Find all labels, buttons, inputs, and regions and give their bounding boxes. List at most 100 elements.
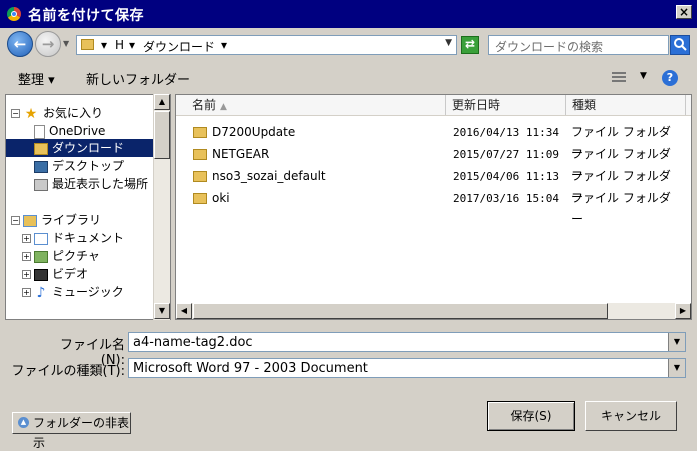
- file-name: D7200Update: [212, 125, 296, 139]
- documents-icon: [34, 232, 48, 245]
- tree-label: ダウンロード: [52, 141, 125, 155]
- address-separator[interactable]: ▾: [129, 38, 135, 52]
- tree-item-video[interactable]: + ビデオ: [22, 265, 88, 283]
- address-bar[interactable]: ▾ H ▾ ダウンロード ▾ ▼: [76, 35, 457, 55]
- tree-label: ミュージック: [52, 285, 124, 299]
- new-folder-button[interactable]: 新しいフォルダー: [86, 69, 190, 88]
- file-date: 2017/03/16 15:04: [453, 192, 559, 205]
- tree-label: ドキュメント: [52, 231, 125, 245]
- search-icon[interactable]: [670, 35, 690, 55]
- file-name: oki: [212, 191, 230, 205]
- file-row[interactable]: nso3_sozai_default 2015/04/06 11:13 ファイル…: [176, 166, 676, 204]
- scroll-left-icon[interactable]: ◀: [176, 303, 192, 319]
- tree-item-desktop[interactable]: デスクトップ: [34, 157, 124, 175]
- address-separator[interactable]: ▾: [101, 38, 107, 52]
- tree-item-onedrive[interactable]: OneDrive: [34, 122, 105, 140]
- column-header-row: 名前 ▲ 更新日時 種類: [176, 95, 691, 116]
- filetype-label: ファイルの種類(T):: [11, 364, 125, 379]
- collapse-toggle-icon[interactable]: −: [11, 109, 20, 118]
- view-options-icon[interactable]: [612, 72, 626, 83]
- file-row[interactable]: oki 2017/03/16 15:04 ファイル フォルダー: [176, 188, 676, 226]
- column-type-label: 種類: [572, 98, 597, 112]
- close-button[interactable]: ×: [676, 5, 692, 19]
- star-icon: ★: [24, 105, 38, 122]
- scrollbar-thumb[interactable]: [193, 303, 608, 319]
- window-title: 名前を付けて保存: [28, 8, 144, 24]
- cancel-button[interactable]: キャンセル: [585, 401, 677, 431]
- desktop-icon: [34, 160, 48, 173]
- address-segment-downloads[interactable]: ダウンロード: [143, 38, 215, 55]
- library-icon: [23, 214, 37, 227]
- filename-field[interactable]: a4-name-tag2.doc ▼: [128, 332, 686, 352]
- folder-icon: [193, 193, 207, 204]
- navigation-scrollbar[interactable]: ▲ ▼: [153, 94, 170, 320]
- column-type[interactable]: 種類: [566, 95, 686, 115]
- pictures-icon: [34, 250, 48, 263]
- organize-button[interactable]: 整理 ▾: [18, 69, 55, 88]
- folder-icon: [193, 127, 207, 138]
- tree-label: ビデオ: [52, 267, 89, 281]
- scroll-right-icon[interactable]: ▶: [675, 303, 691, 319]
- column-name-label: 名前: [192, 98, 217, 112]
- help-icon[interactable]: ?: [662, 70, 678, 86]
- expand-toggle-icon[interactable]: +: [22, 288, 31, 297]
- expand-toggle-icon[interactable]: +: [22, 234, 31, 243]
- expand-toggle-icon[interactable]: +: [22, 270, 31, 279]
- hide-folders-label: フォルダーの非表示: [33, 416, 130, 450]
- refresh-icon[interactable]: ⇄: [461, 36, 479, 54]
- tree-item-music[interactable]: + ♪ ミュージック: [22, 283, 124, 301]
- toolbar: 整理 ▾ 新しいフォルダー ▼ ?: [0, 62, 697, 93]
- file-date: 2015/04/06 11:13: [453, 170, 559, 183]
- title-bar: 名前を付けて保存 ×: [0, 0, 697, 28]
- chrome-icon: [7, 7, 21, 21]
- hide-folders-button[interactable]: ▲ フォルダーの非表示: [12, 412, 131, 450]
- recent-pages-dropdown-icon[interactable]: ▼: [63, 39, 69, 48]
- tree-label: ライブラリ: [41, 213, 102, 227]
- column-name[interactable]: 名前 ▲: [176, 95, 446, 115]
- tree-label: OneDrive: [49, 124, 106, 138]
- scroll-up-icon[interactable]: ▲: [154, 94, 170, 110]
- forward-button[interactable]: →: [35, 31, 61, 57]
- search-input[interactable]: ダウンロードの検索: [488, 35, 669, 55]
- navigation-pane[interactable]: − ★ お気に入り OneDrive ダウンロード デスクトップ 最近表示した場所 …: [5, 94, 171, 320]
- folder-icon: [193, 149, 207, 160]
- scroll-down-icon[interactable]: ▼: [154, 303, 170, 319]
- file-row[interactable]: NETGEAR 2015/07/27 11:09 ファイル フォルダー: [176, 144, 676, 182]
- tree-item-recent[interactable]: 最近表示した場所: [34, 175, 148, 193]
- view-dropdown-icon[interactable]: ▼: [640, 71, 647, 81]
- file-row[interactable]: D7200Update 2016/04/13 11:34 ファイル フォルダー: [176, 122, 676, 160]
- filename-dropdown-icon[interactable]: ▼: [668, 333, 685, 351]
- address-segment-h[interactable]: H: [115, 38, 124, 52]
- expand-toggle-icon[interactable]: +: [22, 252, 31, 261]
- tree-item-pictures[interactable]: + ピクチャ: [22, 247, 100, 265]
- filename-value: a4-name-tag2.doc: [133, 335, 253, 350]
- filetype-value: Microsoft Word 97 - 2003 Document: [133, 361, 368, 376]
- tree-libraries[interactable]: − ライブラリ: [11, 211, 101, 229]
- file-date: 2015/07/27 11:09: [453, 148, 559, 161]
- tree-label: デスクトップ: [52, 159, 125, 173]
- save-button[interactable]: 保存(S): [487, 401, 575, 431]
- address-separator[interactable]: ▾: [221, 38, 227, 52]
- file-list-scrollbar[interactable]: ◀ ▶: [176, 303, 691, 319]
- scrollbar-thumb[interactable]: [154, 111, 170, 159]
- tree-item-documents[interactable]: + ドキュメント: [22, 229, 124, 247]
- video-icon: [34, 268, 48, 281]
- filetype-select[interactable]: Microsoft Word 97 - 2003 Document ▼: [128, 358, 686, 378]
- tree-favorites[interactable]: − ★ お気に入り: [11, 104, 103, 122]
- file-type: ファイル フォルダー: [571, 191, 671, 226]
- tree-item-downloads[interactable]: ダウンロード: [6, 139, 153, 157]
- collapse-toggle-icon[interactable]: −: [11, 216, 20, 225]
- file-list[interactable]: 名前 ▲ 更新日時 種類 D7200Update 2016/04/13 11:34…: [175, 94, 692, 320]
- filetype-dropdown-icon[interactable]: ▼: [668, 359, 685, 377]
- tree-label: ピクチャ: [52, 249, 100, 263]
- column-date[interactable]: 更新日時: [446, 95, 566, 115]
- file-name: NETGEAR: [212, 147, 270, 161]
- folder-icon: [81, 39, 94, 50]
- tree-label: 最近表示した場所: [52, 177, 149, 191]
- sort-ascending-icon: ▲: [220, 102, 227, 112]
- back-button[interactable]: ←: [7, 31, 33, 57]
- file-date: 2016/04/13 11:34: [453, 126, 559, 139]
- downloads-folder-icon: [34, 142, 48, 155]
- folder-icon: [193, 171, 207, 182]
- address-dropdown-icon[interactable]: ▼: [445, 38, 452, 48]
